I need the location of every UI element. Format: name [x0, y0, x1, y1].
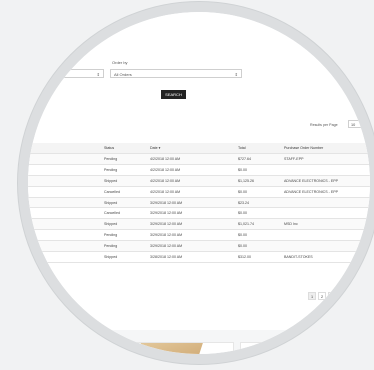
- total-cell: $23.24: [236, 197, 282, 209]
- table-row[interactable]: Pending 4/2/2018 12:00 AM $0.00: [28, 164, 370, 176]
- status-cell: Cancelled: [102, 186, 148, 198]
- status-cell: Shipped: [102, 218, 148, 231]
- order-number-cell: [28, 186, 102, 198]
- status-cell: Pending: [102, 153, 148, 165]
- table-row[interactable]: Shipped 3/28/2018 12:00 AM $312.00 BANDIT-S…: [28, 251, 370, 263]
- order-number-cell: [28, 164, 102, 176]
- total-cell: $0.00: [236, 229, 282, 242]
- total-cell: $0.00: [236, 186, 282, 198]
- date-cell: 3/29/2018 12:00 AM: [148, 240, 236, 253]
- column-header-total[interactable]: Total: [236, 143, 282, 154]
- po-number-cell: ADVANCE ELECTRONICS - EPP: [282, 186, 370, 198]
- po-number-cell: [282, 240, 370, 253]
- table-row[interactable]: Shipped 3/29/2018 12:00 AM $23.24: [28, 197, 370, 209]
- po-number-cell: ADVANCE ELECTRONICS - EPP: [282, 175, 370, 187]
- order-by-label: Order by: [112, 60, 128, 65]
- status-cell: Shipped: [102, 251, 148, 263]
- status-cell: Pending: [102, 240, 148, 253]
- search-button[interactable]: SEARCH: [161, 90, 186, 99]
- filter-select-left[interactable]: ⇕: [28, 69, 104, 78]
- total-cell: $0.00: [236, 207, 282, 220]
- po-number-cell: STAFF-EPP: [282, 153, 370, 165]
- order-number-cell: [28, 175, 102, 187]
- page-link-2[interactable]: 2: [318, 292, 326, 300]
- column-header-po-number[interactable]: Purchase Order Number: [282, 143, 370, 154]
- order-number-cell: [28, 153, 102, 165]
- table-row[interactable]: Pending 3/29/2018 12:00 AM $0.00: [28, 240, 370, 253]
- po-number-cell: [282, 207, 370, 220]
- po-number-cell: [282, 229, 370, 242]
- total-cell: $0.00: [236, 240, 282, 253]
- table-row[interactable]: Cancelled 3/29/2018 12:00 AM $0.00: [28, 207, 370, 220]
- date-cell: 3/29/2018 12:00 AM: [148, 218, 236, 231]
- order-by-select[interactable]: All Orders ⇕: [110, 69, 242, 78]
- lens-content: ⇕ Order by All Orders ⇕ SEARCH Results p…: [28, 12, 370, 354]
- date-cell: 4/2/2018 12:00 AM: [148, 164, 236, 176]
- po-number-cell: MSD Inc: [282, 218, 370, 231]
- total-cell: $1,125.26: [236, 175, 282, 187]
- next-page-link[interactable]: Next: [338, 292, 350, 300]
- column-header-status[interactable]: Status: [102, 143, 148, 154]
- status-cell: Pending: [102, 164, 148, 176]
- status-cell: Pending: [102, 229, 148, 242]
- table-row[interactable]: Pending 4/2/2018 12:00 AM $727.64 STAFF-EPP: [28, 153, 370, 165]
- status-cell: Shipped: [102, 197, 148, 209]
- date-cell: 4/2/2018 12:00 AM: [148, 186, 236, 198]
- order-number-cell: [28, 251, 102, 263]
- total-cell: $312.00: [236, 251, 282, 263]
- date-cell: 3/29/2018 12:00 AM: [148, 197, 236, 209]
- po-number-cell: [282, 197, 370, 209]
- results-per-page-value: 10: [351, 123, 356, 127]
- po-number-cell: [282, 164, 370, 176]
- table-header-row: ler Number Status Date ▾ Total Purchase …: [28, 143, 370, 154]
- chevron-down-icon: ⇕: [96, 72, 100, 77]
- table-row[interactable]: Pending 3/29/2018 12:00 AM $0.00: [28, 229, 370, 242]
- results-per-page-label: Results per Page: [310, 123, 338, 127]
- table-row[interactable]: Shipped 3/29/2018 12:00 AM $1,021.74 MSD In…: [28, 218, 370, 231]
- total-cell: $0.00: [236, 164, 282, 176]
- status-cell: Shipped: [102, 175, 148, 187]
- orders-table: ler Number Status Date ▾ Total Purchase …: [28, 143, 370, 263]
- column-header-date[interactable]: Date ▾: [148, 143, 236, 154]
- date-cell: 3/29/2018 12:00 AM: [148, 229, 236, 242]
- page-link-3[interactable]: 3: [328, 292, 336, 300]
- date-cell: 4/2/2018 12:00 AM: [148, 175, 236, 187]
- pagination: 1 2 3 Next: [308, 292, 350, 300]
- total-cell: $1,021.74: [236, 218, 282, 231]
- order-number-cell: [28, 197, 102, 209]
- table-row[interactable]: Shipped 4/2/2018 12:00 AM $1,125.26 ADVANCE…: [28, 175, 370, 187]
- chevron-down-icon: ⇕: [234, 72, 238, 77]
- status-cell: Cancelled: [102, 207, 148, 220]
- order-by-select-value: All Orders: [114, 72, 132, 77]
- order-number-cell: [28, 218, 102, 231]
- po-number-cell: BANDIT-STOKES: [282, 251, 370, 263]
- date-cell: 3/29/2018 12:00 AM: [148, 207, 236, 220]
- date-cell: 4/2/2018 12:00 AM: [148, 153, 236, 165]
- total-cell: $727.64: [236, 153, 282, 165]
- page-link-1[interactable]: 1: [308, 292, 316, 300]
- order-number-cell: [28, 229, 102, 242]
- order-number-cell: [28, 207, 102, 220]
- column-header-order-number[interactable]: ler Number: [28, 143, 102, 154]
- magnifier-lens: ⇕ Order by All Orders ⇕ SEARCH Results p…: [18, 2, 374, 364]
- date-cell: 3/28/2018 12:00 AM: [148, 251, 236, 263]
- table-row[interactable]: Cancelled 4/2/2018 12:00 AM $0.00 ADVANCE E…: [28, 186, 370, 198]
- order-number-cell: [28, 240, 102, 253]
- product-header-bar: [294, 343, 320, 349]
